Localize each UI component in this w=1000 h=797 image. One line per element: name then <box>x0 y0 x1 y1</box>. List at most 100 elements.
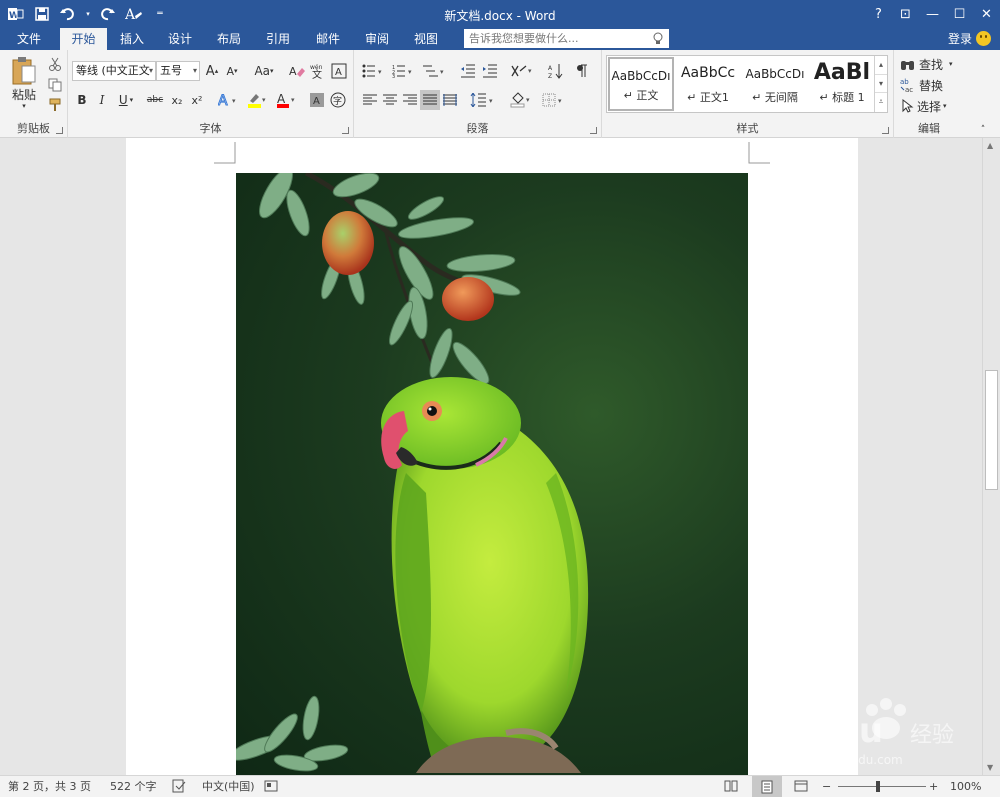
clear-formatting-icon[interactable]: A <box>288 61 306 81</box>
change-case-button[interactable]: Aa ▾ <box>250 61 278 81</box>
bullets-icon[interactable]: ▾ <box>360 61 388 81</box>
font-size-combo[interactable]: 五号 ▾ <box>156 61 200 81</box>
shrink-font-button[interactable]: A ▾ <box>223 61 241 81</box>
character-shading-icon[interactable]: A <box>308 90 326 110</box>
align-right-icon[interactable] <box>400 90 420 110</box>
bold-button[interactable]: B <box>72 90 92 110</box>
lightbulb-icon <box>653 29 663 51</box>
paragraph-group: ▾ 1 2 3 ▾ ▾ ▾ AZ ▾ ▾ ▾ 段落 <box>354 50 602 138</box>
zoom-in-button[interactable]: + <box>929 779 938 795</box>
sort-icon[interactable]: AZ <box>546 61 566 81</box>
font-color-icon[interactable]: A ▾ <box>274 90 300 110</box>
tab-references[interactable]: 引用 <box>256 28 300 50</box>
scrollbar-thumb[interactable] <box>985 370 998 490</box>
zoom-slider[interactable] <box>838 786 926 787</box>
style-normal[interactable]: AaBbCcDı ↵ 正文 <box>608 57 674 111</box>
tab-view[interactable]: 视图 <box>404 28 448 50</box>
select-button[interactable]: 选择 ▾ <box>900 96 962 116</box>
binoculars-icon <box>901 61 914 70</box>
justify-icon[interactable] <box>420 90 440 110</box>
styles-scroll-down-icon[interactable]: ▾ <box>875 74 887 92</box>
line-spacing-icon[interactable]: ▾ <box>468 90 498 110</box>
tab-mailings[interactable]: 邮件 <box>306 28 350 50</box>
font-dialog-launcher-icon[interactable] <box>342 127 349 134</box>
paragraph-dialog-launcher-icon[interactable] <box>590 127 597 134</box>
replace-label: 替换 <box>919 78 944 93</box>
style-no-spacing[interactable]: AaBbCcDı ↵ 无间隔 <box>742 57 808 111</box>
copy-icon[interactable] <box>46 76 64 94</box>
feedback-smiley-icon[interactable] <box>976 31 991 46</box>
replace-button[interactable]: ab ac 替换 <box>900 75 962 95</box>
paste-button[interactable]: 粘贴 ▾ <box>6 56 42 110</box>
minimize-icon[interactable]: — <box>919 0 946 28</box>
tab-file[interactable]: 文件 <box>0 28 58 50</box>
macro-recording-icon[interactable] <box>264 779 278 797</box>
chinese-layout-icon[interactable]: ▾ <box>508 61 538 81</box>
subscript-button[interactable]: x₂ <box>168 90 186 110</box>
find-button[interactable]: 查找 ▾ <box>900 54 962 74</box>
grow-font-button[interactable]: A ▴ <box>203 61 221 81</box>
text-effects-icon[interactable]: A ▾ <box>216 90 242 110</box>
read-mode-icon[interactable] <box>724 779 738 797</box>
styles-dialog-launcher-icon[interactable] <box>882 127 889 134</box>
web-layout-icon[interactable] <box>794 779 808 797</box>
document-area[interactable] <box>0 138 982 775</box>
document-page[interactable] <box>126 138 858 775</box>
sign-in-link[interactable]: 登录 <box>948 28 972 50</box>
tell-me-search[interactable]: 告诉我您想要做什么... <box>464 29 669 48</box>
zoom-out-button[interactable]: − <box>822 779 831 795</box>
font-name-combo[interactable]: 等线 (中文正文 ▾ <box>72 61 156 81</box>
zoom-level[interactable]: 100% <box>950 779 981 795</box>
svg-text:字: 字 <box>333 95 342 107</box>
italic-button[interactable]: I <box>92 90 112 110</box>
cut-icon[interactable] <box>46 55 64 73</box>
parrot-photo[interactable] <box>236 173 748 775</box>
multilevel-list-icon[interactable]: ▾ <box>420 61 450 81</box>
collapse-ribbon-icon[interactable]: ˄ <box>975 124 991 136</box>
borders-icon[interactable]: ▾ <box>540 90 568 110</box>
close-icon[interactable]: ✕ <box>973 0 1000 28</box>
phonetic-guide-icon[interactable]: wén 文 <box>309 61 327 81</box>
scroll-up-icon[interactable]: ▲ <box>987 141 993 150</box>
style-heading-1[interactable]: AaBl ↵ 标题 1 <box>809 57 875 111</box>
align-left-icon[interactable] <box>360 90 380 110</box>
strikethrough-button[interactable]: abc <box>143 90 167 110</box>
zoom-slider-thumb[interactable] <box>876 781 880 792</box>
show-hide-marks-icon[interactable] <box>572 61 592 81</box>
paragraph-group-label: 段落 <box>466 122 489 135</box>
word-count[interactable]: 522 个字 <box>110 779 157 795</box>
maximize-icon[interactable]: ☐ <box>946 0 973 28</box>
tab-design[interactable]: 设计 <box>158 28 202 50</box>
vertical-scrollbar[interactable]: ▲ ▼ <box>982 138 1000 775</box>
page-count[interactable]: 第 2 页，共 3 页 <box>8 779 91 795</box>
proofing-icon[interactable] <box>172 779 186 797</box>
styles-scroll-up-icon[interactable]: ▴ <box>875 56 887 74</box>
distributed-icon[interactable] <box>440 90 460 110</box>
ribbon-display-options-icon[interactable]: ⊡ <box>892 0 919 28</box>
shading-icon[interactable]: ▾ <box>508 90 536 110</box>
print-layout-icon[interactable] <box>752 776 782 797</box>
tab-home[interactable]: 开始 <box>60 28 107 50</box>
enclose-character-icon[interactable]: A <box>330 61 348 81</box>
align-center-icon[interactable] <box>380 90 400 110</box>
superscript-button[interactable]: x² <box>188 90 206 110</box>
style-normal-1[interactable]: AaBbCc ↵ 正文1 <box>675 57 741 111</box>
styles-more-icon[interactable]: ⩡ <box>875 92 887 110</box>
increase-indent-icon[interactable] <box>480 61 500 81</box>
decrease-indent-icon[interactable] <box>458 61 478 81</box>
help-icon[interactable]: ? <box>865 0 892 28</box>
tab-layout[interactable]: 布局 <box>207 28 251 50</box>
numbering-icon[interactable]: 1 2 3 ▾ <box>390 61 418 81</box>
scroll-down-icon[interactable]: ▼ <box>987 763 993 772</box>
language-indicator[interactable]: 中文(中国) <box>202 779 255 795</box>
text-highlight-icon[interactable]: ▾ <box>245 90 271 110</box>
status-bar: 第 2 页，共 3 页 522 个字 中文(中国) − + 100% <box>0 775 1000 797</box>
enclosed-character-icon[interactable]: 字 <box>329 90 347 110</box>
font-size-value: 五号 <box>160 64 182 77</box>
format-painter-icon[interactable] <box>46 96 64 114</box>
underline-button[interactable]: U ▾ <box>112 90 140 110</box>
clipboard-dialog-launcher-icon[interactable] <box>56 127 63 134</box>
tab-insert[interactable]: 插入 <box>110 28 154 50</box>
tab-review[interactable]: 审阅 <box>355 28 399 50</box>
styles-gallery: AaBbCcDı ↵ 正文 AaBbCc ↵ 正文1 AaBbCcDı ↵ 无间… <box>606 55 888 113</box>
